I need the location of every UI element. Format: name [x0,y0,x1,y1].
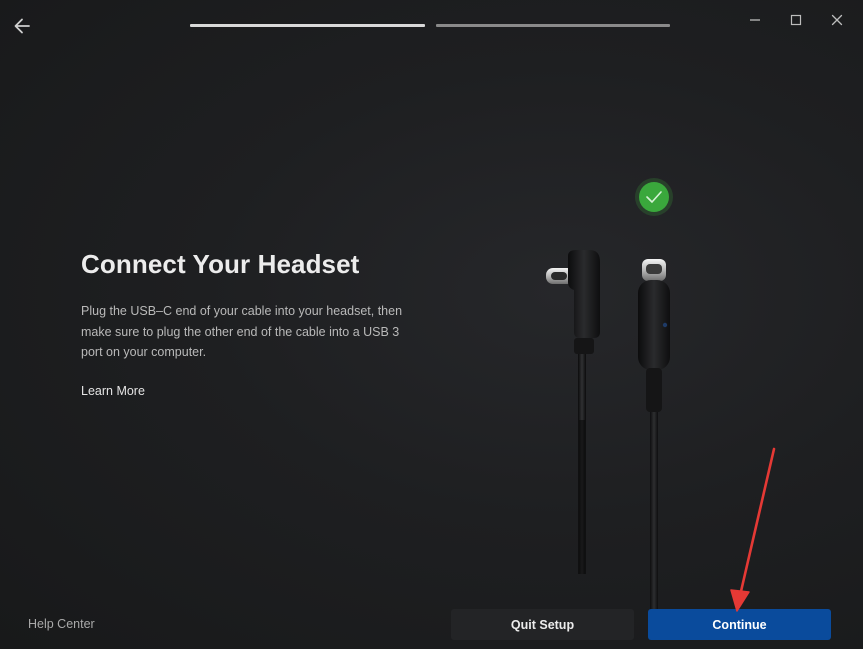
usb-c-cable-image [546,178,673,612]
minimize-button[interactable] [734,8,775,32]
usb-c-straight-connector [638,259,670,612]
learn-more-link[interactable]: Learn More [81,384,145,398]
close-button[interactable] [816,8,857,32]
setup-window: Connect Your Headset Plug the USB–C end … [0,0,863,649]
quit-setup-button[interactable]: Quit Setup [451,609,634,640]
usb-c-right-angle-connector [546,250,600,574]
back-button[interactable] [9,13,35,39]
help-center-link[interactable]: Help Center [28,617,95,631]
minimize-icon [749,19,760,21]
window-controls [734,8,857,32]
continue-button[interactable]: Continue [648,609,831,640]
arrow-left-icon [14,18,30,34]
maximize-button[interactable] [775,8,816,32]
cable-illustration [520,170,700,612]
checkmark-icon [635,178,673,216]
page-title: Connect Your Headset [81,249,360,279]
maximize-icon [790,14,801,26]
setup-progress [190,24,670,27]
progress-step-2 [435,24,670,27]
close-icon [831,14,842,26]
instructions-text: Plug the USB–C end of your cable into yo… [81,304,403,359]
progress-step-1 [190,24,425,27]
